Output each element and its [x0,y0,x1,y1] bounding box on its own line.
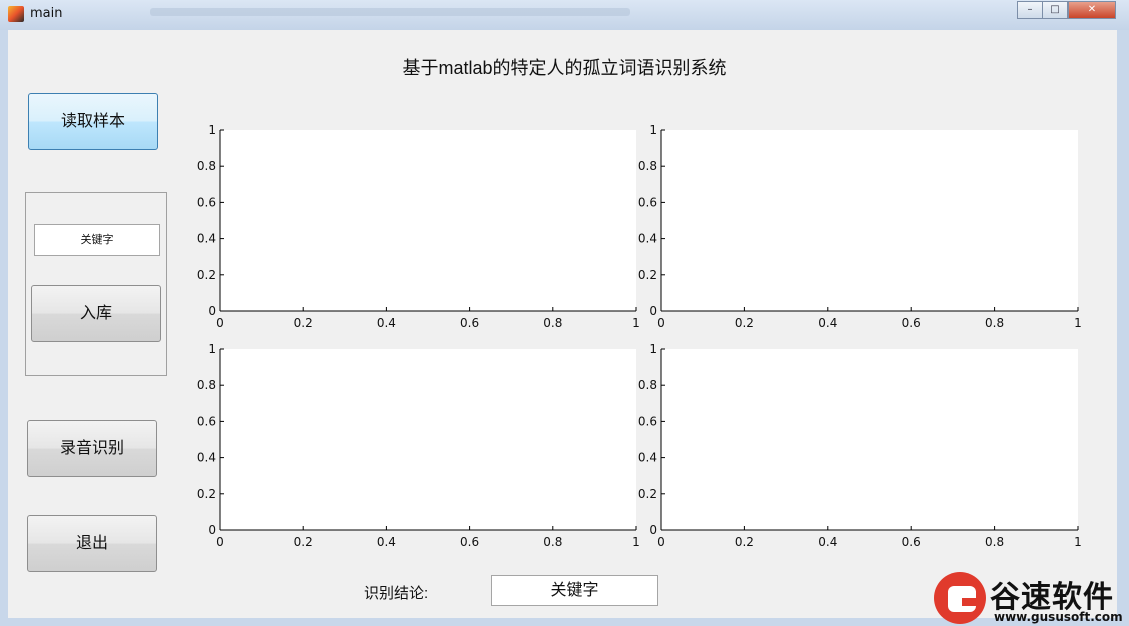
plot-area [220,130,636,311]
y-tick-label: 0.4 [638,232,657,246]
y-tick-label: 0.8 [197,159,216,173]
y-tick-label: 0.8 [638,378,657,392]
axes-top-right: 0 0.2 0.4 0.6 0.8 1 0 0.2 0.4 0.6 0.8 1 [638,123,1082,330]
x-tick-label: 0.8 [543,316,562,330]
y-tick-label: 0.6 [197,195,216,209]
x-tick-label: 1 [1074,316,1082,330]
watermark-url: www.gususoft.com [994,610,1123,624]
x-tick-label: 0.8 [985,535,1004,549]
y-tick-label: 0.6 [638,414,657,428]
result-field[interactable]: 关键字 [491,575,658,606]
plot-area [661,130,1078,311]
x-tick-label: 1 [1074,535,1082,549]
x-tick-label: 1 [632,535,640,549]
x-tick-label: 0.6 [460,316,479,330]
axes-bottom-left: 0 0.2 0.4 0.6 0.8 1 0 0.2 0.4 0.6 0.8 1 [197,342,640,549]
x-tick-label: 0.6 [460,535,479,549]
y-tick-label: 0.4 [638,451,657,465]
y-tick-label: 0 [208,304,216,318]
axes-top-left: 0 0.2 0.4 0.6 0.8 1 0 0.2 0.4 0.6 0.8 1 [197,123,640,330]
x-tick-label: 1 [632,316,640,330]
y-tick-label: 0.4 [197,451,216,465]
y-tick-label: 0.8 [197,378,216,392]
y-tick-label: 1 [649,342,657,356]
axes-canvas: 0 0.2 0.4 0.6 0.8 100.20.40.60.810 0.2 0.4 0.6 0.… [197,123,1082,549]
x-tick-label: 0.2 [294,535,313,549]
y-tick-label: 0.2 [197,487,216,501]
x-tick-label: 0 [657,316,665,330]
y-tick-label: 0 [208,523,216,537]
x-tick-label: 0.8 [985,316,1004,330]
x-tick-label: 0 [216,535,224,549]
y-tick-label: 0.6 [197,414,216,428]
x-tick-label: 0.6 [902,535,921,549]
y-tick-label: 0.8 [638,159,657,173]
x-tick-label: 0.4 [818,535,837,549]
y-tick-label: 0.2 [638,268,657,282]
axes-bottom-right: 0 0.2 0.4 0.6 0.8 1 0 0.2 0.4 0.6 0.8 1 [638,342,1082,549]
x-tick-label: 0.2 [294,316,313,330]
x-tick-label: 0.8 [543,535,562,549]
y-tick-label: 0.2 [638,487,657,501]
y-tick-label: 0.6 [638,195,657,209]
plot-area [220,349,636,530]
y-tick-label: 1 [208,123,216,137]
x-tick-label: 0.4 [377,535,396,549]
x-tick-label: 0 [657,535,665,549]
y-tick-label: 0.2 [197,268,216,282]
plot-area [661,349,1078,530]
x-tick-label: 0.2 [735,535,754,549]
y-tick-label: 0 [649,304,657,318]
gususoft-logo-icon [934,572,986,624]
y-tick-label: 0.4 [197,232,216,246]
result-label: 识别结论: [364,585,429,602]
x-tick-label: 0 [216,316,224,330]
y-tick-label: 1 [208,342,216,356]
x-tick-label: 0.4 [818,316,837,330]
gususoft-watermark: 谷速软件 www.gususoft.com [930,568,1129,626]
y-tick-label: 0 [649,523,657,537]
y-tick-label: 1 [649,123,657,137]
x-tick-label: 0.2 [735,316,754,330]
x-tick-label: 0.4 [377,316,396,330]
x-tick-label: 0.6 [902,316,921,330]
